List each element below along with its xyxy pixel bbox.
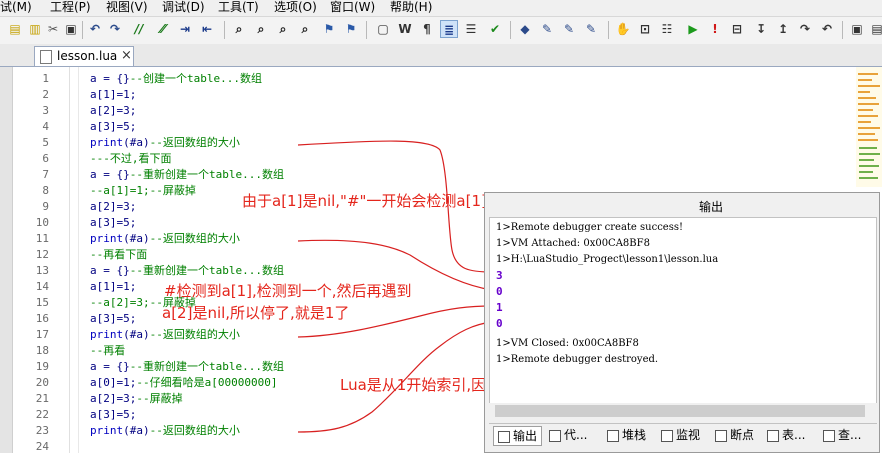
output-log-line: 1>Remote debugger create success! <box>496 222 683 233</box>
tab-code-label: 代... <box>564 428 588 442</box>
output-log-line: 1>Remote debugger destroyed. <box>496 354 659 365</box>
annotation-line-17a: #检测到a[1],检测到一个,然后再遇到 <box>164 282 412 300</box>
output-panel-title-bar[interactable]: 输出 <box>485 193 879 214</box>
tab-table[interactable]: 表... <box>767 426 805 444</box>
output-hscroll-thumb[interactable] <box>495 405 865 417</box>
tab-table-label: 表... <box>782 428 806 442</box>
output-hscrollbar[interactable] <box>489 403 877 419</box>
tab-stack-label: 堆栈 <box>622 428 647 442</box>
tab-watch[interactable]: 监视 <box>661 426 700 444</box>
table-icon <box>767 429 779 442</box>
output-value: 1 <box>496 301 503 314</box>
output-value: 0 <box>496 317 503 330</box>
annotation-line-17b: a[2]是nil,所以停了,就是1了 <box>162 304 350 322</box>
output-text-area[interactable]: 1>Remote debugger create success! 1>VM At… <box>489 217 877 405</box>
watch-icon <box>661 429 673 442</box>
tab-watch-label: 监视 <box>676 428 701 442</box>
stack-icon <box>607 429 619 442</box>
output-panel-title: 输出 <box>699 200 724 214</box>
breakpoint-icon <box>715 429 727 442</box>
output-log-line: 1>VM Attached: 0x00CA8BF8 <box>496 238 650 249</box>
output-value: 3 <box>496 269 503 282</box>
output-tabs: 输出 代... 堆栈 监视 断点 表... 查... <box>489 423 877 448</box>
tab-output-label: 输出 <box>513 429 538 443</box>
output-panel: 输出 1>Remote debugger create success! 1>VM… <box>484 192 880 453</box>
output-value: 0 <box>496 285 503 298</box>
tab-code[interactable]: 代... <box>549 426 587 444</box>
output-log-line: 1>VM Closed: 0x00CA8BF8 <box>496 338 639 349</box>
tab-breakpoints[interactable]: 断点 <box>715 426 754 444</box>
tab-breakpoints-label: 断点 <box>730 428 755 442</box>
tab-output[interactable]: 输出 <box>493 426 543 446</box>
tab-find-label: 查... <box>838 428 862 442</box>
find-results-icon <box>823 429 835 442</box>
tab-find[interactable]: 查... <box>823 426 861 444</box>
output-icon <box>498 430 510 443</box>
output-log-line: 1>H:\LuaStudio_Progect\lesson1\lesson.lu… <box>496 254 719 265</box>
code-icon <box>549 429 561 442</box>
tab-stack[interactable]: 堆栈 <box>607 426 646 444</box>
